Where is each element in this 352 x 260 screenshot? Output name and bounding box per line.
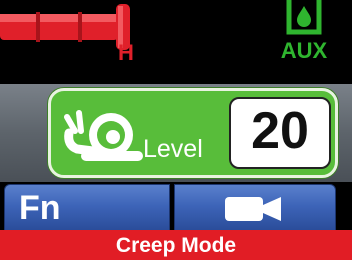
gauge-level-letter: H — [118, 40, 134, 65]
aux-indicator: AUX — [274, 0, 334, 70]
mode-status-bar: Creep Mode — [0, 230, 352, 260]
camera-icon — [225, 197, 281, 221]
aux-label: AUX — [280, 38, 328, 63]
level-value-box: 20 — [229, 97, 331, 169]
snail-icon — [64, 110, 143, 161]
camera-button[interactable] — [174, 184, 336, 232]
level-label: Level — [143, 135, 203, 163]
status-bar: H AUX — [0, 0, 352, 84]
mode-label: Creep Mode — [115, 234, 237, 257]
aux-fluid-icon — [286, 0, 322, 35]
level-value: 20 — [251, 102, 309, 160]
creep-level-card[interactable]: Level 20 — [48, 88, 338, 178]
fn-label: Fn — [19, 189, 61, 227]
fn-button[interactable]: Fn — [4, 184, 170, 232]
